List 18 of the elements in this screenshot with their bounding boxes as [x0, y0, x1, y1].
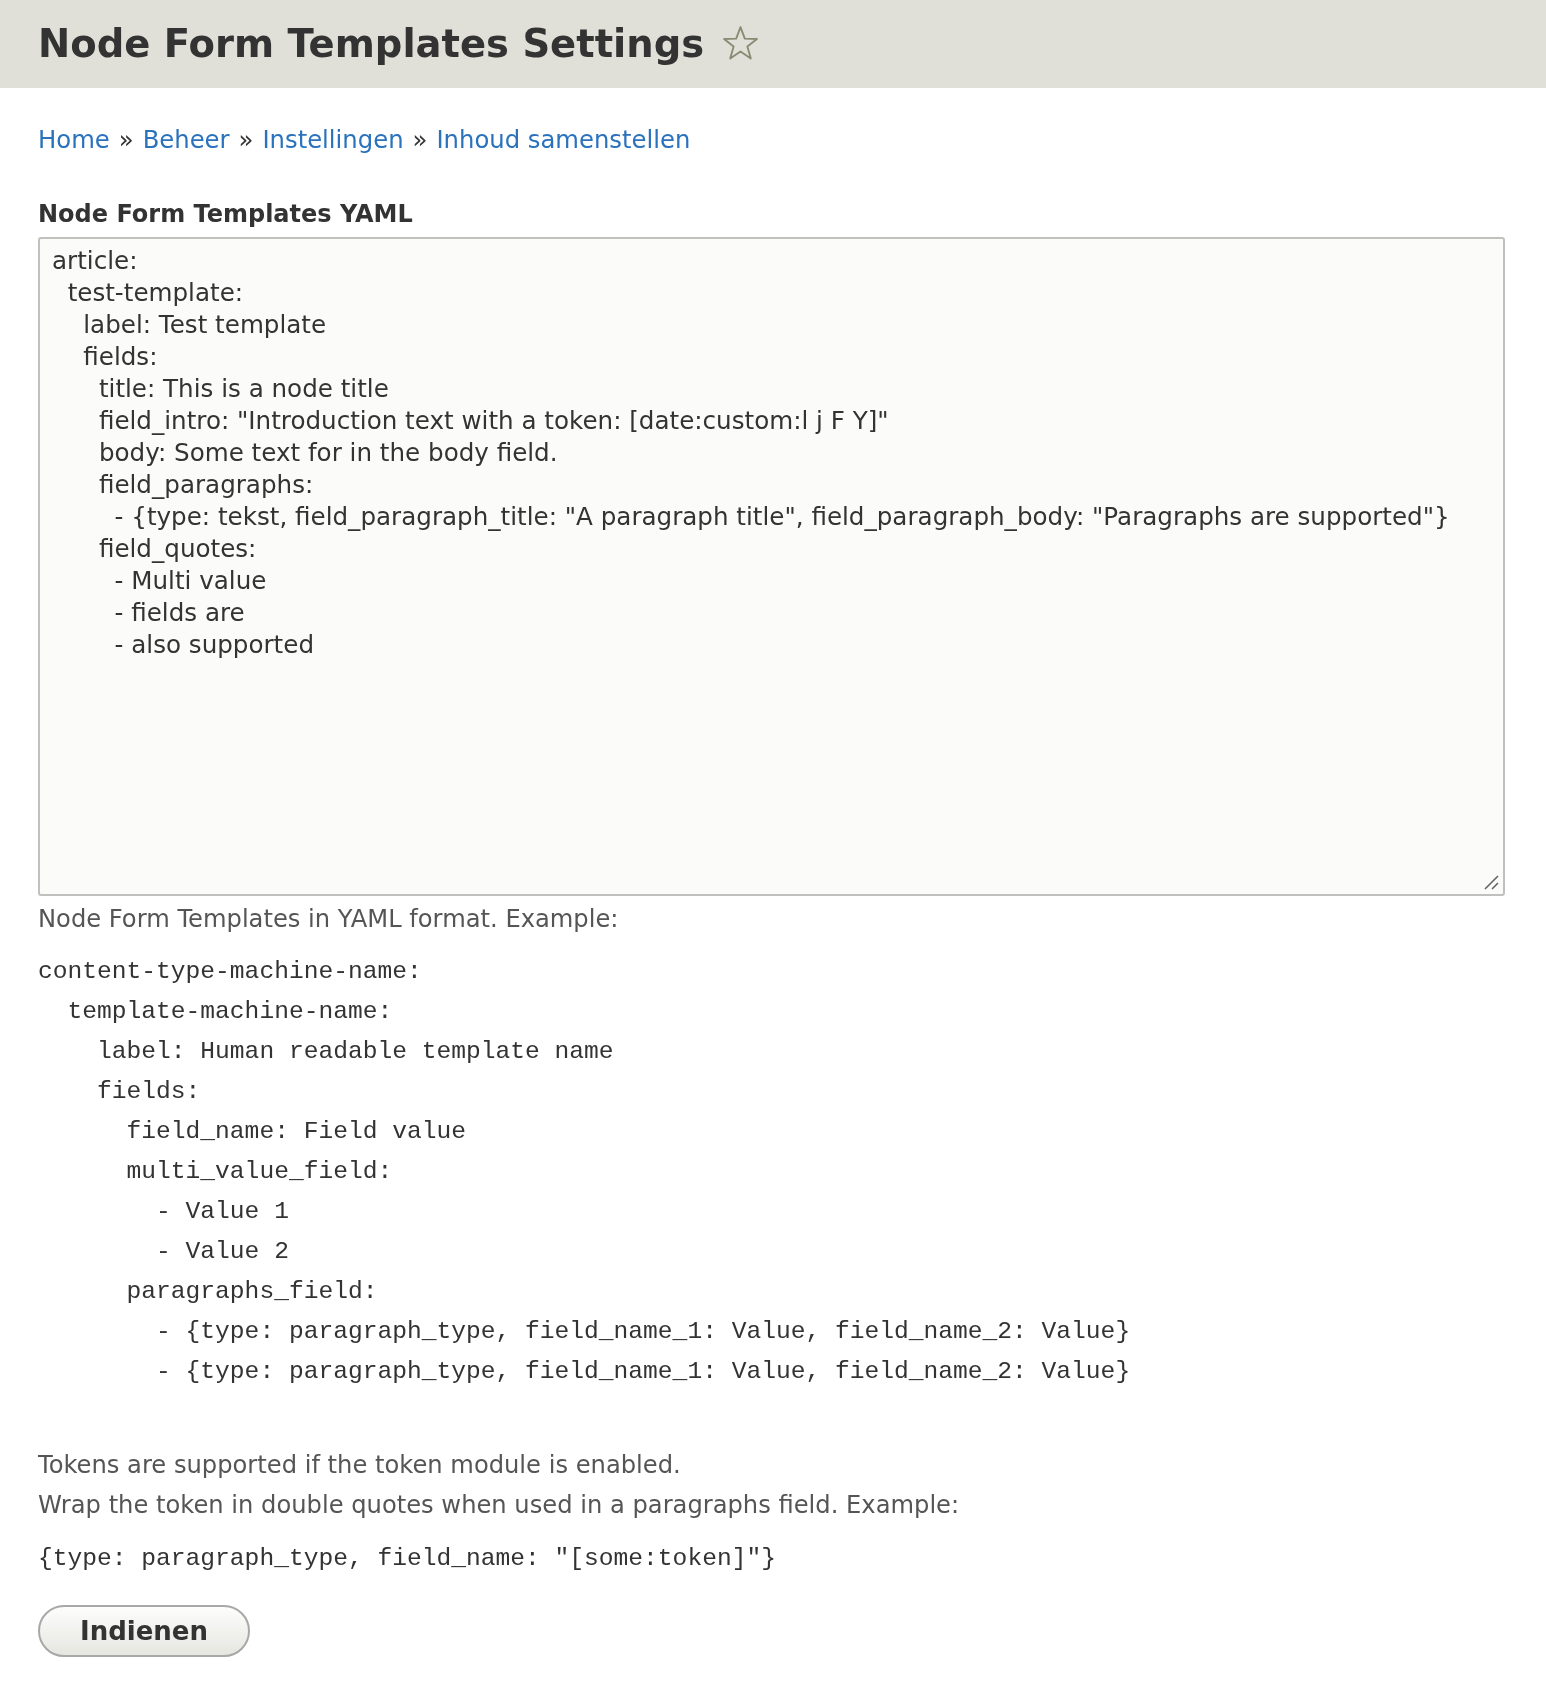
submit-button[interactable]: Indienen [38, 1605, 250, 1657]
breadcrumb-link[interactable]: Inhoud samenstellen [436, 122, 691, 158]
breadcrumb-separator: » [118, 124, 134, 156]
breadcrumb-link[interactable]: Instellingen [262, 122, 404, 158]
help-text: Node Form Templates in YAML format. Example: [38, 904, 619, 935]
help-text: Wrap the token in double quotes when used in a paragraphs field. Example: [38, 1490, 960, 1521]
star-icon[interactable] [722, 25, 760, 61]
page-title: Node Form Templates Settings [38, 21, 705, 67]
help-text: Tokens are supported if the token module is enabled. [38, 1450, 681, 1481]
code-example: {type: paragraph_type, field_name: "[some:token]"} [38, 1544, 776, 1574]
breadcrumb-link[interactable]: Home [38, 122, 110, 158]
resize-grip-icon[interactable] [1484, 875, 1499, 890]
code-example: content-type-machine-name: template-machine-name: label: Human readable template name fields: field_name: Field value multi_value_field: - Value 1 - Value 2 paragraphs_field: - {type: paragraph_type, field_name_1: Value, field_name_2: Value} - {type: paragraph_type, field_name_1: Value, field_name_2: Value} [38, 957, 1131, 1387]
breadcrumb-separator: » [238, 124, 254, 156]
yaml-textarea[interactable]: article: test-template: label: Test template fields: title: This is a node title field_intro: "Introduction text with a token: [date:custom:l j F Y]" body: Some text for in the body field. field_paragraphs: - {type: tekst, field_paragraph_title: "A paragraph title", field_paragraph_body: "Paragraphs are supported"} field_quotes: - Multi value - fields are - also supported [38, 237, 1505, 896]
breadcrumb-separator: » [412, 124, 428, 156]
breadcrumb-link[interactable]: Beheer [142, 122, 230, 158]
field-label: Node Form Templates YAML [38, 199, 413, 230]
